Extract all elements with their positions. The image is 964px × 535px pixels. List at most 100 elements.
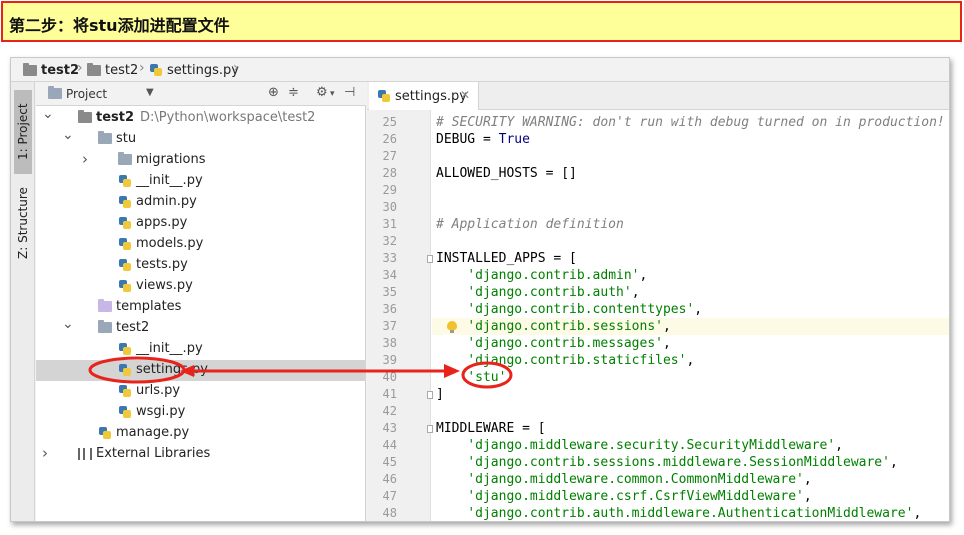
- project-tool-tab[interactable]: 1: Project: [14, 90, 32, 174]
- line-number: 27: [382, 149, 397, 163]
- tree-item[interactable]: ⌄ test2: [36, 316, 366, 339]
- tree-item[interactable]: views.py: [36, 276, 366, 297]
- tree-item[interactable]: admin.py: [36, 192, 366, 213]
- code-line[interactable]: 'django.contrib.contenttypes',: [432, 301, 949, 318]
- code-line[interactable]: [432, 148, 949, 165]
- code-line[interactable]: 'django.middleware.security.SecurityMidd…: [432, 437, 949, 454]
- project-view-selector[interactable]: Project: [66, 87, 107, 101]
- python-file-icon: [118, 174, 132, 188]
- code-line-text: 'django.contrib.admin',: [467, 268, 648, 283]
- line-number: 29: [382, 183, 397, 197]
- python-file-icon: [118, 405, 132, 419]
- editor-tab-settings[interactable]: settings.py ✕: [369, 82, 479, 110]
- tree-item-label: wsgi.py: [136, 404, 186, 419]
- gear-icon[interactable]: ⚙: [316, 85, 328, 100]
- code-line[interactable]: 'stu': [432, 369, 949, 386]
- tree-item-label: views.py: [136, 278, 193, 293]
- code-line[interactable]: # Application definition: [432, 216, 949, 233]
- line-number: 40: [382, 370, 397, 384]
- code-line[interactable]: 'django.middleware.csrf.CsrfViewMiddlewa…: [432, 488, 949, 505]
- line-number: 38: [382, 336, 397, 350]
- gear-dropdown-icon[interactable]: ▾: [330, 89, 335, 99]
- breadcrumb-item-package[interactable]: test2: [87, 62, 138, 78]
- chevron-down-icon[interactable]: ⌄: [42, 106, 54, 122]
- tree-item[interactable]: tests.py: [36, 255, 366, 276]
- breadcrumb-item-file[interactable]: settings.py: [149, 62, 239, 78]
- code-line-text: MIDDLEWARE = [: [436, 421, 546, 436]
- intention-bulb-icon[interactable]: [447, 321, 457, 333]
- tree-item-content: settings.py: [118, 362, 208, 377]
- tree-item[interactable]: manage.py: [36, 423, 366, 444]
- code-line[interactable]: MIDDLEWARE = [: [432, 420, 949, 437]
- breadcrumb: test2 › test2 › settings.py ›: [11, 58, 949, 82]
- code-line[interactable]: ]: [432, 386, 949, 403]
- code-line[interactable]: [432, 403, 949, 420]
- tree-item[interactable]: apps.py: [36, 213, 366, 234]
- tree-item[interactable]: __init__.py: [36, 339, 366, 360]
- code-line[interactable]: [432, 182, 949, 199]
- tree-item[interactable]: › External Libraries: [36, 444, 366, 465]
- tree-item-label: apps.py: [136, 215, 188, 230]
- line-number: 45: [382, 455, 397, 469]
- tree-item[interactable]: urls.py: [36, 381, 366, 402]
- tree-item[interactable]: wsgi.py: [36, 402, 366, 423]
- tree-item-label: models.py: [136, 236, 204, 251]
- collapse-all-icon[interactable]: ≑: [288, 85, 299, 100]
- tree-item[interactable]: templates: [36, 297, 366, 318]
- hide-panel-icon[interactable]: ⊣: [344, 85, 355, 100]
- tree-item-label: __init__.py: [136, 341, 203, 356]
- dropdown-caret-icon[interactable]: ▼: [146, 87, 154, 98]
- code-line[interactable]: 'django.contrib.staticfiles',: [432, 352, 949, 369]
- code-line-text: 'django.contrib.contenttypes',: [467, 302, 703, 317]
- code-line[interactable]: DEBUG = True: [432, 131, 949, 148]
- code-line[interactable]: 'django.contrib.auth.middleware.Authenti…: [432, 505, 949, 521]
- code-line[interactable]: ALLOWED_HOSTS = []: [432, 165, 949, 182]
- code-line-text: 'django.contrib.staticfiles',: [467, 353, 695, 368]
- instruction-banner: 第二步：将stu添加进配置文件: [1, 1, 962, 42]
- screenshot-root: 第二步：将stu添加进配置文件 test2 › test2 › settings…: [0, 0, 964, 535]
- chevron-right-icon: ›: [139, 60, 145, 76]
- code-line[interactable]: [432, 199, 949, 216]
- folder-icon: [87, 62, 101, 76]
- tree-item-content: views.py: [118, 278, 193, 293]
- chevron-right-icon[interactable]: ›: [42, 444, 48, 462]
- code-line-text: 'django.contrib.auth.middleware.Authenti…: [467, 506, 922, 521]
- code-line-text: # SECURITY WARNING: don't run with debug…: [436, 115, 945, 130]
- line-number: 42: [382, 404, 397, 418]
- tree-item[interactable]: models.py: [36, 234, 366, 255]
- code-line[interactable]: 'django.contrib.auth',: [432, 284, 949, 301]
- tree-item-content: __init__.py: [118, 173, 203, 188]
- tree-item-label: urls.py: [136, 383, 181, 398]
- tree-item-label: External Libraries: [96, 446, 211, 461]
- code-area[interactable]: # SECURITY WARNING: don't run with debug…: [432, 110, 949, 521]
- code-line[interactable]: [432, 233, 949, 250]
- tree-item[interactable]: ⌄ test2 D:\Python\workspace\test2: [36, 106, 366, 129]
- code-line[interactable]: 'django.contrib.messages',: [432, 335, 949, 352]
- code-line[interactable]: INSTALLED_APPS = [: [432, 250, 949, 267]
- chevron-down-icon[interactable]: ⌄: [62, 316, 74, 332]
- tree-item[interactable]: ⌄ stu: [36, 127, 366, 150]
- line-number: 46: [382, 472, 397, 486]
- close-tab-icon[interactable]: ✕: [460, 88, 470, 102]
- line-number: 35: [382, 285, 397, 299]
- chevron-down-icon[interactable]: ⌄: [62, 127, 74, 143]
- code-line[interactable]: # SECURITY WARNING: don't run with debug…: [432, 114, 949, 131]
- code-line[interactable]: 'django.contrib.admin',: [432, 267, 949, 284]
- tree-item[interactable]: __init__.py: [36, 171, 366, 192]
- code-line[interactable]: 'django.contrib.sessions',: [432, 318, 949, 335]
- tree-item[interactable]: › migrations: [36, 150, 366, 171]
- breadcrumb-item-project[interactable]: test2: [23, 62, 79, 78]
- tree-item-label: migrations: [136, 152, 206, 167]
- code-line[interactable]: 'django.contrib.sessions.middleware.Sess…: [432, 454, 949, 471]
- python-file-icon: [118, 258, 132, 272]
- chevron-right-icon: ›: [77, 60, 83, 76]
- line-number: 41: [382, 387, 397, 401]
- code-line[interactable]: 'django.middleware.common.CommonMiddlewa…: [432, 471, 949, 488]
- tree-item[interactable]: settings.py: [36, 360, 366, 381]
- code-line-text: DEBUG = True: [436, 132, 530, 147]
- locate-icon[interactable]: ⊕: [268, 85, 279, 100]
- tree-item-content: manage.py: [98, 425, 189, 440]
- chevron-right-icon[interactable]: ›: [82, 150, 88, 168]
- tree-item-content: apps.py: [118, 215, 187, 230]
- structure-tool-tab[interactable]: Z: Structure: [14, 178, 32, 268]
